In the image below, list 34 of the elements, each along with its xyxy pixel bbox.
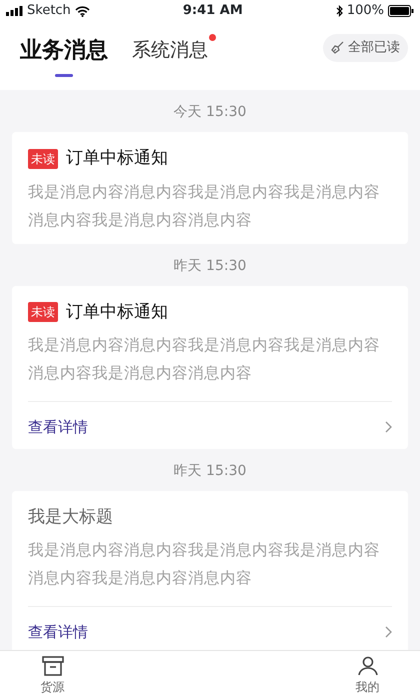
box-icon bbox=[42, 656, 64, 676]
mark-all-read-button[interactable]: 全部已读 bbox=[323, 34, 408, 62]
bluetooth-icon bbox=[336, 5, 343, 17]
message-content: 我是消息内容消息内容我是消息内容我是消息内容消息内容我是消息内容消息内容 bbox=[28, 540, 381, 589]
tab-underline bbox=[55, 74, 73, 77]
message-title: 订单中标通知 bbox=[66, 300, 168, 324]
battery-percent: 100% bbox=[346, 2, 384, 20]
message-title: 我是大标题 bbox=[28, 506, 113, 528]
message-content: 我是消息内容消息内容我是消息内容我是消息内容消息内容我是消息内容消息内容 bbox=[28, 182, 381, 230]
view-details-link[interactable]: 查看详情 bbox=[28, 606, 392, 644]
chevron-right-icon bbox=[385, 421, 392, 434]
tab-bar-item[interactable]: 我的 bbox=[315, 651, 420, 700]
status-time: 9:41 AM bbox=[182, 2, 243, 20]
person-icon bbox=[356, 656, 378, 676]
battery-icon bbox=[388, 5, 414, 17]
date-label: 今天 15:30 bbox=[172, 103, 248, 122]
date-label: 昨天 15:30 bbox=[172, 256, 248, 276]
unread-badge: 未读 bbox=[28, 302, 58, 322]
tab[interactable]: 业务消息 bbox=[20, 34, 108, 77]
message-card[interactable]: 我是大标题 我是消息内容消息内容我是消息内容我是消息内容消息内容我是消息内容消息内容 查看详情 bbox=[12, 490, 408, 650]
message-title: 订单中标通知 bbox=[66, 147, 168, 170]
signal-icon bbox=[6, 6, 23, 16]
message-content: 我是消息内容消息内容我是消息内容我是消息内容消息内容我是消息内容消息内容 bbox=[28, 335, 381, 384]
broom-icon bbox=[331, 41, 344, 54]
chevron-right-icon bbox=[385, 626, 392, 638]
carrier-name: Sketch bbox=[27, 2, 71, 20]
wifi-icon bbox=[74, 6, 90, 16]
date-label: 昨天 15:30 bbox=[172, 462, 248, 480]
message-card[interactable]: 未读 订单中标通知 我是消息内容消息内容我是消息内容我是消息内容消息内容我是消息内容消息内容 查看详情 bbox=[12, 286, 408, 448]
tab[interactable]: 系统消息 bbox=[132, 34, 216, 74]
view-details-link[interactable]: 查看详情 bbox=[28, 401, 392, 438]
unread-badge: 未读 bbox=[28, 148, 58, 169]
message-card[interactable]: 未读 订单中标通知 我是消息内容消息内容我是消息内容我是消息内容消息内容我是消息内容消息内容 bbox=[12, 132, 408, 244]
tab-bar-item[interactable]: 货源 bbox=[0, 651, 105, 700]
